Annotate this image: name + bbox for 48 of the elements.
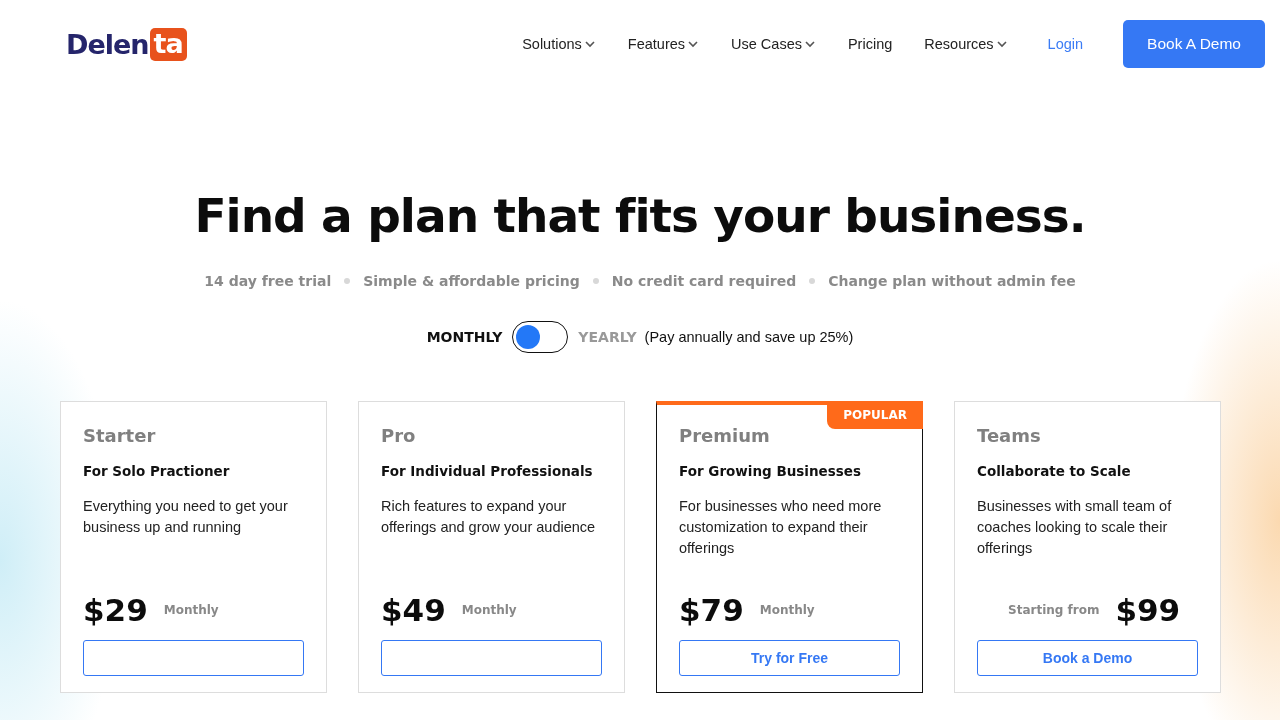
- perk-text: Simple & affordable pricing: [363, 273, 580, 289]
- perk-text: Change plan without admin fee: [828, 273, 1076, 289]
- plan-tagline: For Individual Professionals: [381, 463, 594, 479]
- plan-button[interactable]: Book a Demo: [977, 640, 1198, 676]
- bullet-dot: [344, 278, 351, 284]
- plan-tagline: For Solo Practioner: [83, 463, 231, 479]
- book-demo-button[interactable]: Book A Demo: [1123, 20, 1265, 68]
- popular-badge: POPULAR: [827, 401, 923, 429]
- billing-option[interactable]: MONTHLY: [426, 329, 503, 345]
- logo[interactable]: Delen ta: [66, 27, 187, 61]
- billing-toggle[interactable]: [512, 321, 569, 353]
- nav-link[interactable]: Resources: [924, 36, 1008, 52]
- perk-text: 14 day free trial: [204, 273, 332, 289]
- chevron-down-icon: [803, 38, 816, 50]
- chevron-down-icon: [583, 38, 596, 50]
- billing-period: Monthly: [759, 603, 815, 617]
- plan-tagline: For Growing Businesses: [679, 463, 862, 479]
- plan-price: $29: [83, 592, 148, 628]
- plan-name: Teams: [977, 425, 1042, 446]
- plan-button[interactable]: [381, 640, 602, 676]
- nav-link[interactable]: Solutions: [522, 36, 596, 52]
- plan-price: $99: [1115, 592, 1181, 628]
- nav-link[interactable]: Use Cases: [731, 36, 816, 52]
- plan-description: Businesses with small team of coaches looking to scale their offerings: [977, 497, 1173, 558]
- billing-period: Monthly: [163, 603, 219, 617]
- savings-note: (Pay annually and save up 25%): [644, 329, 854, 345]
- nav-link[interactable]: Features: [627, 36, 700, 52]
- login-link[interactable]: Login: [1047, 36, 1084, 52]
- chevron-down-icon: [687, 38, 700, 50]
- plan-description: Rich features to expand your offerings and grow your audience: [381, 497, 597, 537]
- nav-link[interactable]: Pricing: [847, 36, 893, 52]
- plan-price: $49: [381, 592, 446, 628]
- plan-button[interactable]: [83, 640, 304, 676]
- billing-period: Monthly: [461, 603, 517, 617]
- plan-name: Starter: [83, 425, 157, 446]
- page-heading: Find a plan that fits your business.: [194, 188, 1086, 243]
- bullet-dot: [592, 278, 599, 284]
- plan-price: $79: [679, 592, 744, 628]
- plan-name: Pro: [381, 425, 417, 446]
- bullet-dot: [809, 278, 816, 284]
- price-prefix: Starting from: [1008, 603, 1100, 617]
- plan-name: Premium: [679, 425, 771, 446]
- plan-description: Everything you need to get your business up and running: [83, 497, 289, 537]
- perk-text: No credit card required: [611, 273, 797, 289]
- chevron-down-icon: [995, 38, 1008, 50]
- plan-description: For businesses who need more customization to expand their offerings: [679, 497, 883, 558]
- plan-button[interactable]: Try for Free: [679, 640, 900, 676]
- plan-tagline: Collaborate to Scale: [977, 463, 1132, 479]
